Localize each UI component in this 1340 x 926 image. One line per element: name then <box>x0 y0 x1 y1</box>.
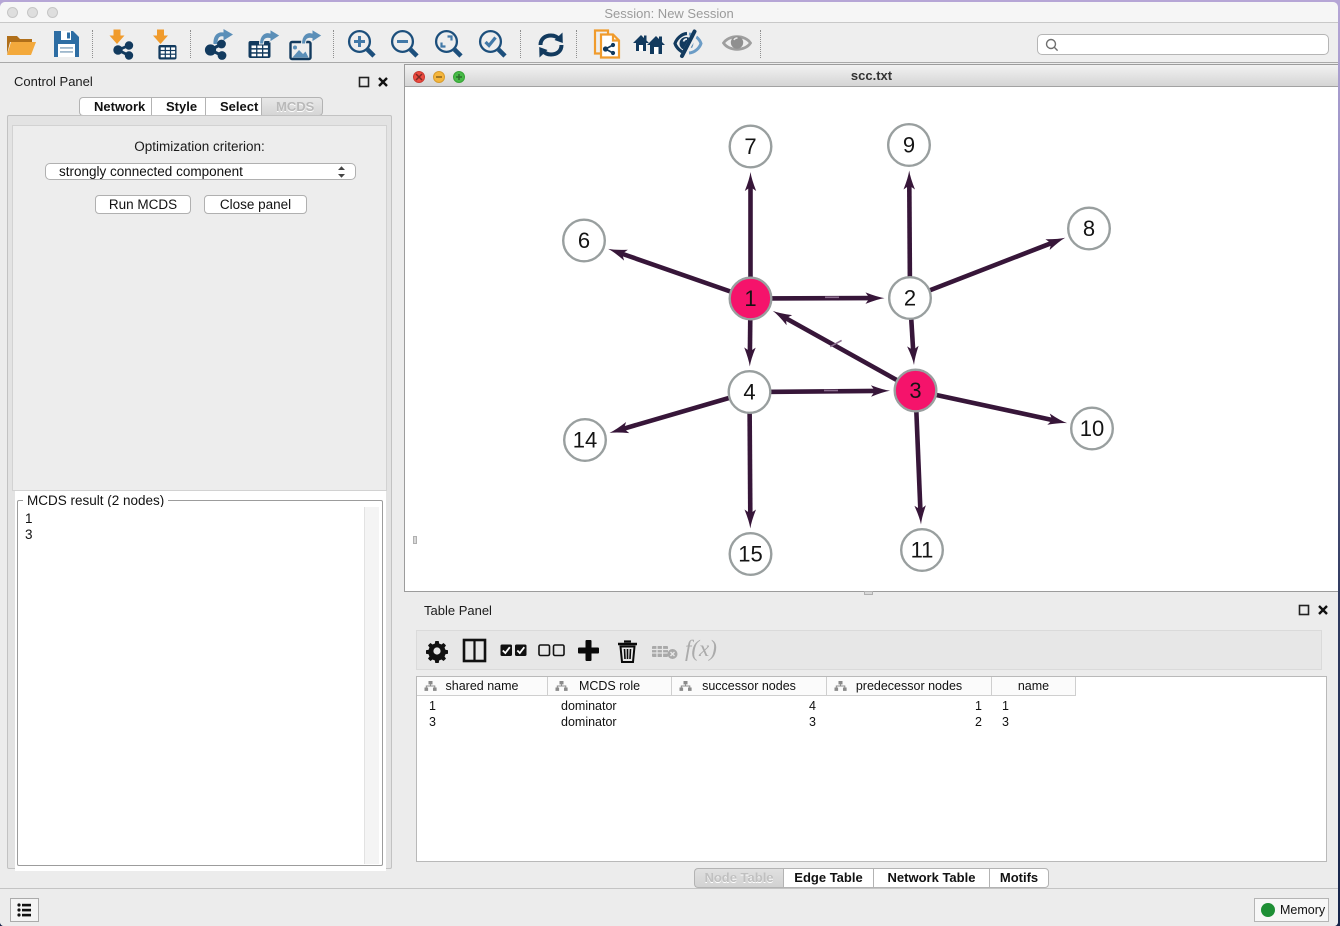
svg-text:1: 1 <box>744 286 756 311</box>
svg-text:10: 10 <box>1080 416 1104 441</box>
svg-text:3: 3 <box>909 378 921 403</box>
svg-text:14: 14 <box>573 428 597 453</box>
svg-text:9: 9 <box>903 133 915 158</box>
svg-text:6: 6 <box>578 228 590 253</box>
svg-text:8: 8 <box>1083 216 1095 241</box>
svg-text:11: 11 <box>911 538 934 563</box>
svg-text:15: 15 <box>738 542 762 567</box>
svg-text:7: 7 <box>744 134 756 159</box>
svg-text:4: 4 <box>743 380 755 405</box>
svg-text:2: 2 <box>904 286 916 311</box>
